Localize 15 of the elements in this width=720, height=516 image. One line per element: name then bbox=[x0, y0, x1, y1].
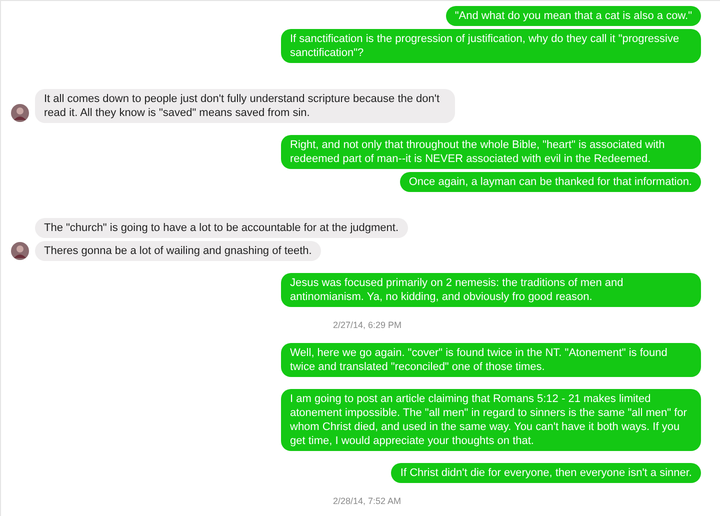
timestamp: 2/28/14, 7:52 AM bbox=[333, 495, 402, 507]
timestamp: 2/27/14, 6:29 PM bbox=[333, 319, 403, 331]
sent-message-bubble: Jesus was focused primarily on 2 nemesis: the traditions of men and antinomianism. Ya, no kidding, and obviously fro good reason. bbox=[281, 273, 701, 307]
received-message-bubble: Theres gonna be a lot of wailing and gnashing of teeth. bbox=[35, 241, 321, 261]
avatar-icon bbox=[11, 104, 29, 122]
sent-message-bubble: "And what do you mean that a cat is also a cow." bbox=[446, 6, 701, 26]
sent-message-bubble: Once again, a layman can be thanked for that information. bbox=[400, 172, 701, 192]
sent-message-bubble: I am going to post an article claiming that Romans 5:12 - 21 makes limited atonement impossible. The "all men" in regard to sinners is the same "all men" for whom Christ died, and used in the same way. You can't have it both ways. If you get time, I would appreciate your thoughts on that. bbox=[281, 389, 701, 451]
received-message-bubble: It all comes down to people just don't fully understand scripture because the don't read it. All they know is "saved" means saved from sin. bbox=[35, 89, 455, 123]
received-message-bubble: The "church" is going to have a lot to be accountable for at the judgment. bbox=[35, 218, 408, 238]
sent-message-bubble: If sanctification is the progression of justification, why do they call it "progressive sanctification"? bbox=[281, 29, 701, 63]
avatar-icon bbox=[11, 242, 29, 260]
sent-message-bubble: Right, and not only that throughout the whole Bible, "heart" is associated with redeemed part of man--it is NEVER associated with evil in the Redeemed. bbox=[281, 135, 701, 169]
sent-message-bubble: Well, here we go again. "cover" is found twice in the NT. "Atonement" is found twice and translated "reconciled" one of those times. bbox=[281, 343, 701, 377]
sent-message-bubble: If Christ didn't die for everyone, then everyone isn't a sinner. bbox=[391, 463, 701, 483]
